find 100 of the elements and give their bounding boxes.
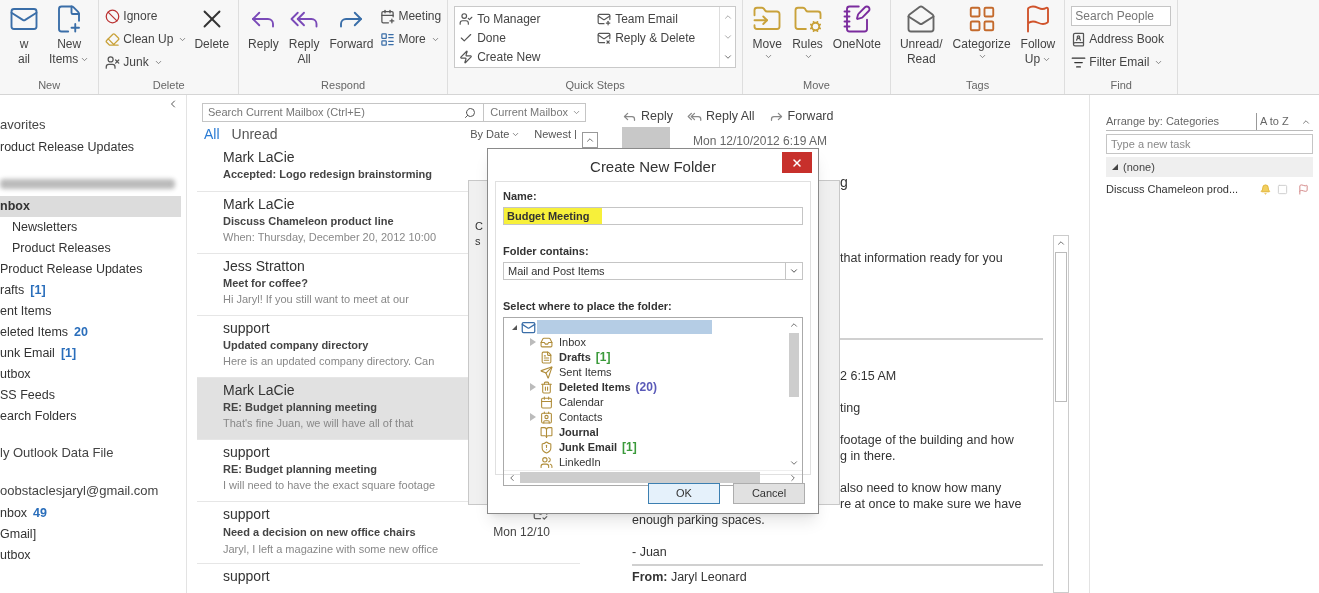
folder-section-header[interactable]: avorites xyxy=(0,113,181,137)
message-subject: RE: Budget planning meeting xyxy=(223,461,377,477)
ribbon-button[interactable]: w ail xyxy=(6,4,42,76)
junk-icon xyxy=(105,54,121,70)
ribbon-button[interactable]: New Items xyxy=(46,4,93,76)
group-label: Find xyxy=(1110,77,1132,93)
scroll-up-button[interactable] xyxy=(582,132,598,148)
message-item[interactable]: support xyxy=(197,563,580,593)
quick-step[interactable]: To Manager xyxy=(459,9,578,28)
sort-order-label[interactable]: A to Z xyxy=(1256,113,1301,130)
folder-item[interactable]: Product Releases xyxy=(0,238,181,259)
folder-item[interactable]: earch Folders xyxy=(0,406,181,427)
folder-item[interactable]: roduct Release Updates xyxy=(0,137,181,158)
scroll-thumb[interactable] xyxy=(1055,252,1067,402)
message-date: Mon 12/10 xyxy=(493,523,550,541)
folder-item[interactable]: nbox xyxy=(0,196,181,217)
quick-step[interactable]: Done xyxy=(459,28,578,47)
search-icon[interactable] xyxy=(464,107,477,119)
ribbon-button[interactable]: Unread/ Read xyxy=(896,4,946,76)
task-group-header[interactable]: (none) xyxy=(1106,157,1313,177)
folder-item[interactable]: eleted Items 20 xyxy=(0,322,181,343)
ribbon-button[interactable]: Clean Up xyxy=(105,29,188,49)
ribbon-button[interactable]: Delete xyxy=(191,4,233,76)
folder-item[interactable]: utbox xyxy=(0,364,181,385)
filter-tab[interactable]: All xyxy=(204,123,220,145)
folder-item[interactable]: nbox 49 xyxy=(0,503,181,524)
ribbon-button[interactable]: Forward xyxy=(326,4,377,76)
folder-item[interactable]: utbox xyxy=(0,545,181,566)
sent-icon xyxy=(540,365,553,379)
group-label: Delete xyxy=(152,77,185,93)
envelope-icon xyxy=(521,319,536,335)
scope-dropdown[interactable]: Current Mailbox xyxy=(484,103,586,122)
sender-name: Mark LaCie xyxy=(223,194,295,213)
close-button[interactable] xyxy=(782,152,812,173)
dialog-label: C xyxy=(475,219,484,234)
ribbon-button[interactable]: Junk xyxy=(105,52,188,72)
message-preview: Here is an updated company directory. Can xyxy=(223,353,435,369)
scroll-thumb[interactable] xyxy=(520,472,760,483)
message-subject: Discuss Chameleon product line xyxy=(223,213,394,229)
folder-item[interactable]: rafts [1] xyxy=(0,280,181,301)
search-people-field[interactable]: Search People xyxy=(1071,6,1172,26)
ribbon-button[interactable]: Ignore xyxy=(105,6,188,26)
dialog-button[interactable]: Cancel xyxy=(733,483,805,504)
search-field[interactable]: Search Current Mailbox (Ctrl+E) xyxy=(202,103,485,122)
scroll-down-icon[interactable] xyxy=(722,32,733,42)
folder-count: (20) xyxy=(635,379,657,396)
folder-section-header[interactable]: ly Outlook Data File xyxy=(0,441,181,465)
task-title[interactable]: Discuss Chameleon prod... xyxy=(1106,180,1260,198)
folder-type-select[interactable]: Mail and Post Items xyxy=(503,261,803,280)
folder-item[interactable]: Product Release Updates xyxy=(0,259,181,280)
scroll-thumb[interactable] xyxy=(789,332,799,397)
sort-button[interactable]: By Date xyxy=(470,125,521,143)
sender-name: Mark LaCie xyxy=(223,147,295,166)
folder-item[interactable]: Gmail] xyxy=(0,524,181,545)
expand-arrow-icon[interactable] xyxy=(512,324,517,330)
message-preview: Jaryl, I left a magazine with some new office xyxy=(223,541,438,557)
scroll-left-icon[interactable] xyxy=(507,472,517,483)
reply-action[interactable]: Forward xyxy=(768,106,834,127)
folder-section-header[interactable]: oobstaclesjaryl@gmail.com xyxy=(0,479,181,503)
address-book-icon xyxy=(1071,31,1087,47)
folder-item[interactable]: unk Email [1] xyxy=(0,343,181,364)
expand-gallery-icon[interactable] xyxy=(722,52,733,62)
scroll-up-icon[interactable] xyxy=(1056,238,1066,248)
message-text: g in there. xyxy=(840,448,896,464)
sender-name: support xyxy=(223,566,270,585)
ribbon-button[interactable]: Move xyxy=(749,4,786,76)
folder-item[interactable]: SS Feeds xyxy=(0,385,181,406)
ribbon-button[interactable]: Rules xyxy=(789,4,826,76)
name-field[interactable]: Budget Meeting xyxy=(503,206,803,225)
sender-name: Mark LaCie xyxy=(223,380,295,399)
reply-action[interactable]: Reply xyxy=(622,106,673,127)
flag-icon[interactable] xyxy=(1298,183,1309,195)
scroll-up-icon[interactable] xyxy=(722,12,733,22)
checkbox-icon[interactable] xyxy=(1277,183,1288,195)
message-preview: That's fine Juan, we will have all of that xyxy=(223,415,414,431)
message-preview: When: Thursday, December 20, 2012 10:00 xyxy=(223,229,436,245)
ribbon-button[interactable]: OneNote xyxy=(829,4,884,76)
ribbon-button[interactable]: Filter Email xyxy=(1071,52,1172,72)
ribbon-button[interactable]: Follow Up xyxy=(1017,4,1059,76)
filter-tab[interactable]: Unread xyxy=(231,123,278,145)
order-button[interactable]: Newest xyxy=(534,125,576,143)
ribbon-button[interactable]: More xyxy=(380,29,442,49)
dialog-button[interactable]: OK xyxy=(648,483,720,504)
journal-icon xyxy=(540,425,553,439)
ribbon-button[interactable]: Reply All xyxy=(285,4,323,76)
ribbon-button[interactable]: Address Book xyxy=(1071,29,1172,49)
scroll-right-icon[interactable] xyxy=(788,472,798,483)
ribbon-button[interactable]: Meeting xyxy=(380,6,442,26)
new-task-field[interactable]: Type a new task xyxy=(1106,134,1313,154)
folder-item[interactable]: ent Items xyxy=(0,301,181,322)
quick-step[interactable]: Reply & Delete xyxy=(597,28,716,47)
folder-item[interactable]: Newsletters xyxy=(0,217,181,238)
group-label: New xyxy=(38,77,61,93)
quick-step[interactable]: Create New xyxy=(459,47,578,66)
arrange-by-label[interactable]: Arrange by: Categories xyxy=(1106,113,1256,130)
sender-name: support xyxy=(223,504,270,523)
quick-step[interactable]: Team Email xyxy=(597,9,716,28)
ribbon-button[interactable]: Categorize xyxy=(949,4,1014,76)
ribbon-button[interactable]: Reply xyxy=(245,4,282,76)
reply-action[interactable]: Reply All xyxy=(686,106,755,127)
